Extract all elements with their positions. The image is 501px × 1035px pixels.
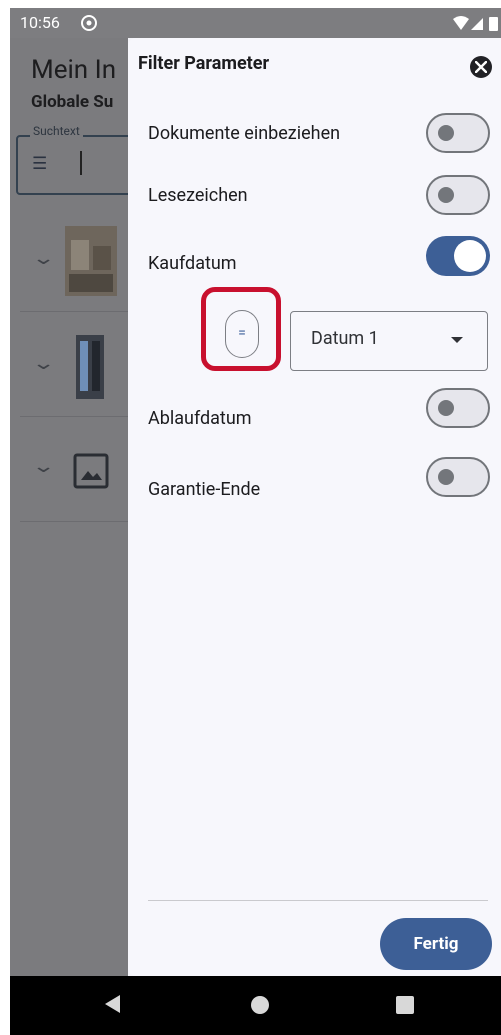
toggle-bookmarks[interactable] bbox=[426, 175, 490, 215]
footer-divider bbox=[148, 900, 488, 901]
status-time: 10:56 bbox=[20, 13, 60, 32]
filter-drawer: Filter Parameter Dokumente einbeziehen L… bbox=[128, 38, 501, 976]
dropdown-arrow-icon bbox=[451, 337, 463, 343]
recent-apps-icon[interactable] bbox=[396, 996, 414, 1014]
pc-case-thumbnail bbox=[76, 335, 104, 399]
signal-icon bbox=[471, 18, 483, 30]
toggle-knob bbox=[438, 125, 454, 141]
toggle-knob bbox=[438, 400, 454, 416]
toggle-knob bbox=[438, 187, 454, 203]
toggle-warranty-end[interactable] bbox=[426, 457, 490, 497]
wifi-signal-battery-icons bbox=[453, 16, 498, 31]
list-divider bbox=[20, 311, 140, 312]
close-icon bbox=[475, 61, 487, 73]
list-divider bbox=[20, 416, 140, 417]
sync-icon bbox=[81, 15, 97, 31]
toggle-knob bbox=[438, 469, 454, 485]
battery-icon bbox=[489, 17, 498, 31]
toggle-expiry-date[interactable] bbox=[426, 388, 490, 428]
image-thumbnail bbox=[65, 226, 117, 296]
wifi-icon bbox=[453, 16, 469, 30]
date-select[interactable]: Datum 1 bbox=[290, 311, 488, 371]
date-select-value: Datum 1 bbox=[311, 328, 379, 349]
search-filter-icon: ☰ bbox=[32, 154, 48, 174]
option-label-expiry-date: Ablaufdatum bbox=[148, 408, 252, 429]
close-button[interactable] bbox=[470, 56, 492, 78]
chevron-down-icon: ⌄ bbox=[31, 248, 56, 269]
operator-button[interactable]: = bbox=[225, 310, 259, 358]
background-page-title: Mein In bbox=[31, 55, 117, 85]
background-subtitle: Globale Su bbox=[31, 92, 114, 112]
app-screen: 10:56 Mein In Globale Su Suchtext ☰ ⌄ ⌄ … bbox=[10, 8, 501, 976]
option-label-bookmarks: Lesezeichen bbox=[148, 185, 248, 206]
drawer-title: Filter Parameter bbox=[138, 53, 270, 74]
home-icon[interactable] bbox=[251, 996, 269, 1014]
toggle-documents[interactable] bbox=[426, 113, 490, 153]
status-bar: 10:56 bbox=[10, 8, 501, 38]
toggle-knob bbox=[454, 240, 486, 272]
chevron-down-icon: ⌄ bbox=[31, 456, 56, 477]
chevron-down-icon: ⌄ bbox=[31, 353, 56, 374]
done-button[interactable]: Fertig bbox=[380, 918, 492, 970]
navigation-bar bbox=[10, 976, 501, 1035]
background-search-label: Suchtext bbox=[30, 124, 83, 138]
image-placeholder-icon bbox=[73, 453, 109, 489]
option-label-documents: Dokumente einbeziehen bbox=[148, 123, 341, 144]
back-icon[interactable] bbox=[105, 995, 120, 1013]
option-label-warranty-end: Garantie-Ende bbox=[148, 479, 261, 500]
list-divider bbox=[20, 521, 140, 522]
toggle-purchase-date[interactable] bbox=[426, 236, 490, 276]
option-label-purchase-date: Kaufdatum bbox=[148, 253, 237, 274]
text-cursor bbox=[80, 151, 82, 175]
